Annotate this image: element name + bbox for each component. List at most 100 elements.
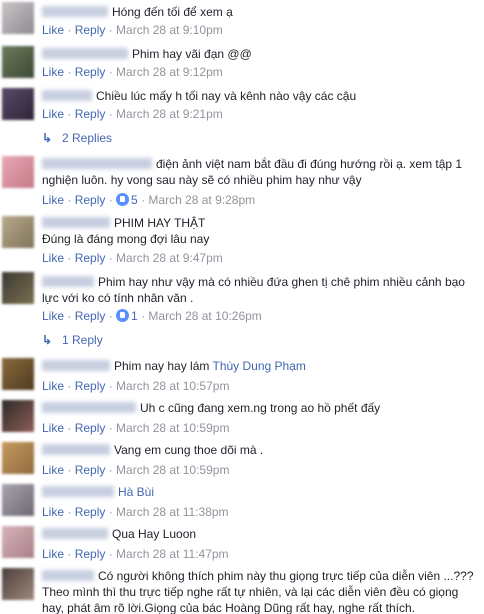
like-count[interactable]: 5 [131, 193, 138, 207]
reply-link[interactable]: Reply [75, 421, 106, 435]
timestamp[interactable]: March 28 at 10:26pm [148, 309, 261, 323]
reply-link[interactable]: Reply [75, 463, 106, 477]
comment-text: Qua Hay Luoon [112, 527, 197, 541]
timestamp[interactable]: March 28 at 9:10pm [116, 23, 223, 37]
comment-body: điện ảnh việt nam bắt đầu đi đúng hướng … [42, 156, 476, 188]
reply-arrow-icon: ↳ [42, 131, 53, 145]
comment-actions: Like · Reply · 5 · March 28 at 9:28pm [42, 193, 256, 207]
comment-actions: Like · Reply · March 28 at 9:12pm [42, 65, 223, 79]
comment-body: Uh c cũng đang xem.ng trong ao hồ phết đ… [42, 400, 476, 416]
timestamp[interactable]: March 28 at 11:38pm [116, 505, 229, 519]
comment-body: Hóng đến tối để xem ạ [42, 4, 476, 20]
commenter-name[interactable] [42, 158, 152, 169]
comment-actions: Like · Reply · March 28 at 9:21pm [42, 107, 223, 121]
like-link[interactable]: Like [42, 505, 64, 519]
timestamp[interactable]: March 28 at 9:47pm [116, 251, 223, 265]
comment-text: Phim hay như vậy mà có nhiều đứa ghen tị… [42, 275, 465, 305]
avatar[interactable] [2, 46, 34, 78]
like-link[interactable]: Like [42, 463, 64, 477]
reply-link[interactable]: Reply [75, 23, 106, 37]
comment-actions: Like · Reply · March 28 at 10:59pm [42, 463, 230, 477]
like-link[interactable]: Like [42, 23, 64, 37]
avatar[interactable] [2, 526, 34, 558]
timestamp[interactable]: March 28 at 9:12pm [116, 65, 223, 79]
avatar[interactable] [2, 358, 34, 390]
avatar[interactable] [2, 156, 34, 188]
avatar[interactable] [2, 442, 34, 474]
timestamp[interactable]: March 28 at 9:28pm [148, 193, 255, 207]
like-link[interactable]: Like [42, 379, 64, 393]
comment-body: Có người không thích phim này thu giọng … [42, 568, 476, 614]
comment-actions: Like · Reply · 1 · March 28 at 10:26pm [42, 309, 262, 323]
tagged-user-link[interactable]: Hà Bùi [118, 485, 154, 499]
timestamp[interactable]: March 28 at 9:21pm [116, 107, 223, 121]
commenter-name[interactable] [42, 402, 136, 413]
comment-text: Vang em cung thoe dõi mà . [114, 443, 264, 457]
like-link[interactable]: Like [42, 65, 64, 79]
like-link[interactable]: Like [42, 309, 64, 323]
reply-link[interactable]: Reply [75, 65, 106, 79]
timestamp[interactable]: March 28 at 10:59pm [116, 463, 229, 477]
comment-text: Phim hay vãi đạn @@ [132, 47, 252, 61]
like-count-icon [116, 309, 130, 322]
avatar[interactable] [2, 272, 34, 304]
comment-body: Phim nay hay lám Thùy Dung Phạm [42, 358, 476, 374]
comment-actions: Like · Reply · March 28 at 11:47pm [42, 547, 229, 561]
comment-body: Phim hay như vậy mà có nhiều đứa ghen tị… [42, 274, 476, 306]
commenter-name[interactable] [42, 48, 128, 59]
reply-link[interactable]: Reply [75, 505, 106, 519]
replies-count[interactable]: 2 Replies [62, 131, 112, 145]
reply-link[interactable]: Reply [75, 547, 106, 561]
like-link[interactable]: Like [42, 251, 64, 265]
comment-text: Chiều lúc mấy h tối nay và kênh nào vậy … [96, 89, 357, 103]
avatar[interactable] [2, 484, 34, 516]
avatar[interactable] [2, 568, 34, 600]
avatar[interactable] [2, 400, 34, 432]
commenter-name[interactable] [42, 528, 108, 539]
view-replies-link[interactable]: ↳ 1 Reply [42, 332, 103, 348]
comment-text-line2: Đúng là đáng mong đợi lâu nay [42, 232, 210, 246]
comment-body: Vang em cung thoe dõi mà . [42, 442, 476, 458]
reply-link[interactable]: Reply [75, 309, 106, 323]
comment-actions: Like · Reply · March 28 at 9:47pm [42, 251, 223, 265]
tagged-user-link[interactable]: Thùy Dung Phạm [213, 359, 306, 373]
commenter-name[interactable] [42, 444, 110, 455]
reply-link[interactable]: Reply [75, 193, 106, 207]
like-link[interactable]: Like [42, 193, 64, 207]
comment-text: Có người không thích phim này thu giọng … [42, 569, 474, 614]
reply-arrow-icon: ↳ [42, 333, 53, 347]
reply-link[interactable]: Reply [75, 379, 106, 393]
avatar[interactable] [2, 216, 34, 248]
comment-body: Phim hay vãi đạn @@ [42, 46, 476, 62]
commenter-name[interactable] [42, 276, 94, 287]
avatar[interactable] [2, 88, 34, 120]
commenter-name[interactable] [42, 360, 110, 371]
like-count[interactable]: 1 [131, 309, 138, 323]
timestamp[interactable]: March 28 at 10:57pm [116, 379, 229, 393]
commenter-name[interactable] [42, 570, 94, 581]
like-link[interactable]: Like [42, 107, 64, 121]
comment-body: Qua Hay Luoon [42, 526, 476, 542]
like-link[interactable]: Like [42, 547, 64, 561]
commenter-name[interactable] [42, 217, 110, 228]
comment-actions: Like · Reply · March 28 at 10:57pm [42, 379, 230, 393]
timestamp[interactable]: March 28 at 11:47pm [116, 547, 229, 561]
avatar[interactable] [2, 2, 34, 34]
timestamp[interactable]: March 28 at 10:59pm [116, 421, 229, 435]
like-link[interactable]: Like [42, 421, 64, 435]
comment-body: Chiều lúc mấy h tối nay và kênh nào vậy … [42, 88, 476, 104]
comment-actions: Like · Reply · March 28 at 11:38pm [42, 505, 229, 519]
comment-actions: Like · Reply · March 28 at 9:10pm [42, 23, 223, 37]
view-replies-link[interactable]: ↳ 2 Replies [42, 130, 112, 146]
comment-text: Phim nay hay lám [114, 359, 213, 373]
comment-text: PHIM HAY THẬT [114, 216, 206, 230]
comment-body: Hà Bùi [42, 484, 476, 500]
commenter-name[interactable] [42, 6, 108, 17]
commenter-name[interactable] [42, 90, 92, 101]
replies-count[interactable]: 1 Reply [62, 333, 103, 347]
reply-link[interactable]: Reply [75, 107, 106, 121]
comment-actions: Like · Reply · March 28 at 10:59pm [42, 421, 230, 435]
commenter-name[interactable] [42, 486, 114, 497]
reply-link[interactable]: Reply [75, 251, 106, 265]
comment-text: Uh c cũng đang xem.ng trong ao hồ phết đ… [140, 401, 381, 415]
